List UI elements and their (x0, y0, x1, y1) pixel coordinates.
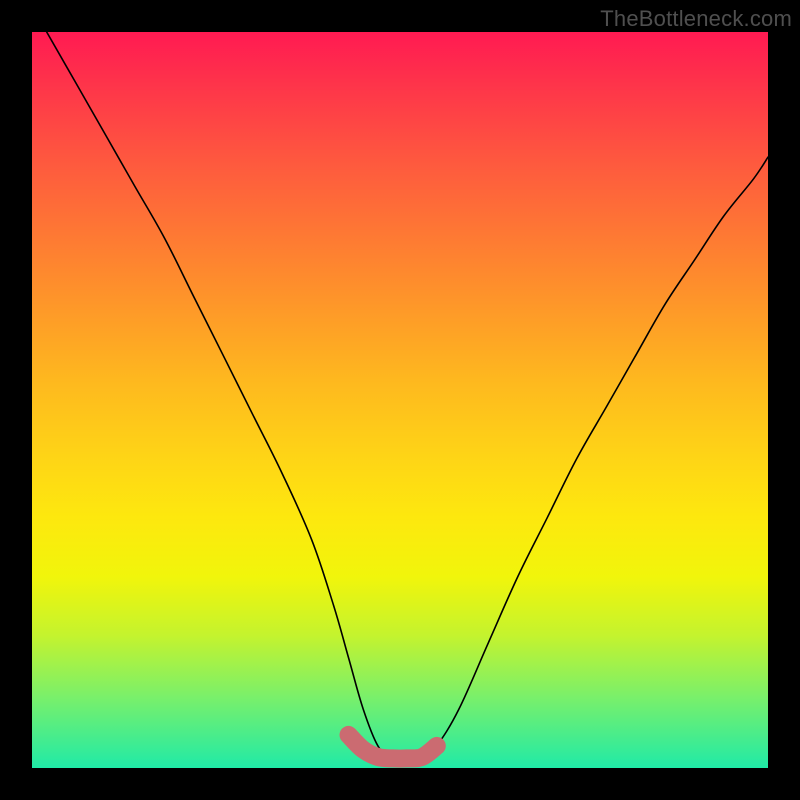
chart-frame: TheBottleneck.com (0, 0, 800, 800)
plot-area (32, 32, 768, 768)
watermark-text: TheBottleneck.com (600, 6, 792, 32)
optimal-band-path (349, 735, 437, 759)
chart-svg (32, 32, 768, 768)
bottleneck-curve-path (47, 32, 768, 762)
